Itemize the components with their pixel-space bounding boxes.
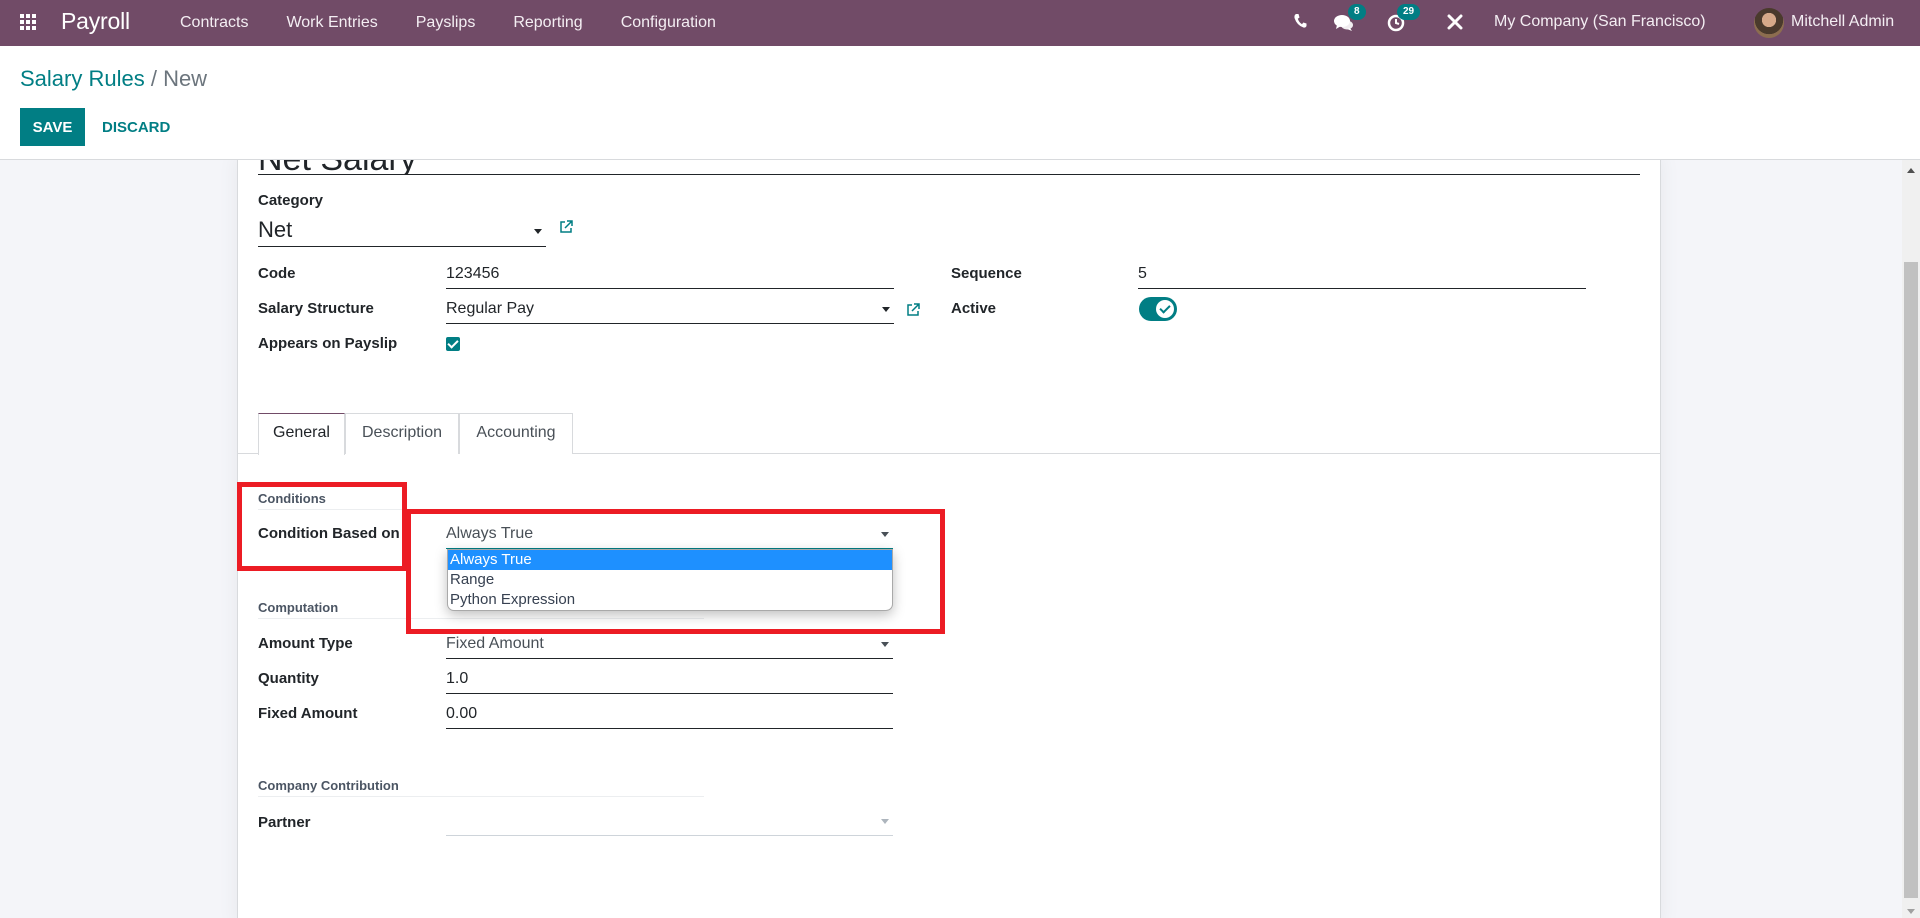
chevron-down-icon <box>882 307 890 312</box>
activities-badge: 29 <box>1397 4 1421 20</box>
breadcrumb-separator: / <box>144 66 164 91</box>
fixed-amount-label: Fixed Amount <box>258 705 358 722</box>
tab-description[interactable]: Description <box>345 413 459 454</box>
chevron-down-icon <box>534 229 542 234</box>
breadcrumb: Salary Rules / New <box>20 66 207 92</box>
discard-button[interactable]: DISCARD <box>90 108 182 146</box>
code-label: Code <box>258 265 296 282</box>
tab-accounting[interactable]: Accounting <box>459 413 573 454</box>
quantity-input[interactable]: 1.0 <box>446 666 893 694</box>
category-value: Net <box>258 217 293 242</box>
control-panel: Salary Rules / New SAVE DISCARD <box>0 46 1920 160</box>
menu-reporting[interactable]: Reporting <box>494 14 601 32</box>
menu-work-entries[interactable]: Work Entries <box>267 14 396 32</box>
sequence-input[interactable]: 5 <box>1138 261 1586 289</box>
conditions-section-title: Conditions <box>258 491 938 510</box>
phone-icon[interactable] <box>1293 13 1307 34</box>
salary-structure-value: Regular Pay <box>446 300 535 317</box>
external-link-icon[interactable] <box>559 220 573 234</box>
condition-based-on-label: Condition Based on <box>258 525 400 542</box>
amount-type-label: Amount Type <box>258 635 353 652</box>
user-menu[interactable]: Mitchell Admin <box>1791 13 1894 31</box>
company-contribution-section-title: Company Contribution <box>258 778 704 797</box>
external-link-icon[interactable] <box>906 303 920 317</box>
messages-badge: 8 <box>1348 4 1366 20</box>
active-toggle[interactable] <box>1139 297 1177 321</box>
active-label: Active <box>951 300 997 317</box>
company-switcher[interactable]: My Company (San Francisco) <box>1494 13 1706 31</box>
appears-on-payslip-label: Appears on Payslip <box>258 335 398 352</box>
messages-button[interactable]: 8 <box>1334 4 1366 37</box>
rule-name-input[interactable]: Net Salary <box>258 160 1640 175</box>
option-always-true[interactable]: Always True <box>448 550 892 570</box>
breadcrumb-current: New <box>163 66 208 91</box>
activities-button[interactable]: 29 <box>1387 4 1421 37</box>
form-view: Net Salary Category Net Code 123456 Sala… <box>0 160 1902 918</box>
amount-type-value: Fixed Amount <box>446 635 544 652</box>
condition-based-on-select[interactable]: Always True <box>446 521 893 549</box>
vertical-scrollbar[interactable] <box>1902 160 1920 918</box>
salary-structure-label: Salary Structure <box>258 300 374 317</box>
top-navbar: Payroll Contracts Work Entries Payslips … <box>0 0 1920 46</box>
menu-payslips[interactable]: Payslips <box>397 14 495 32</box>
notebook-tabs: General Description Accounting <box>238 413 1660 455</box>
amount-type-select[interactable]: Fixed Amount <box>446 631 893 659</box>
category-label: Category <box>258 192 324 209</box>
tab-general[interactable]: General <box>258 413 345 455</box>
chevron-down-icon <box>881 819 889 824</box>
option-range[interactable]: Range <box>448 570 892 590</box>
partner-select[interactable] <box>446 808 893 836</box>
category-select[interactable]: Net <box>258 214 546 247</box>
menu-configuration[interactable]: Configuration <box>602 14 735 32</box>
option-python-expression[interactable]: Python Expression <box>448 590 892 610</box>
appears-on-payslip-checkbox[interactable] <box>446 337 460 351</box>
apps-grid-icon[interactable] <box>20 14 38 30</box>
main-menu: Contracts Work Entries Payslips Reportin… <box>161 0 735 46</box>
condition-options-dropdown: Always True Range Python Expression <box>447 549 893 611</box>
chevron-down-icon <box>881 532 889 537</box>
menu-contracts[interactable]: Contracts <box>161 14 267 32</box>
user-avatar[interactable] <box>1754 8 1784 38</box>
save-button[interactable]: SAVE <box>20 108 85 146</box>
quantity-label: Quantity <box>258 670 319 687</box>
check-icon <box>1156 300 1174 318</box>
condition-based-on-value: Always True <box>446 525 534 542</box>
fixed-amount-input[interactable]: 0.00 <box>446 701 893 729</box>
form-sheet: Net Salary Category Net Code 123456 Sala… <box>237 160 1661 918</box>
partner-label: Partner <box>258 814 311 831</box>
app-name[interactable]: Payroll <box>61 8 130 35</box>
tools-icon[interactable] <box>1447 14 1463 35</box>
sequence-label: Sequence <box>951 265 1022 282</box>
salary-structure-select[interactable]: Regular Pay <box>446 296 894 324</box>
scroll-thumb[interactable] <box>1904 262 1918 898</box>
chevron-down-icon <box>881 642 889 647</box>
breadcrumb-salary-rules[interactable]: Salary Rules <box>20 66 145 91</box>
scroll-up-icon[interactable] <box>1907 168 1915 173</box>
scroll-down-icon[interactable] <box>1907 909 1915 914</box>
code-input[interactable]: 123456 <box>446 261 894 289</box>
